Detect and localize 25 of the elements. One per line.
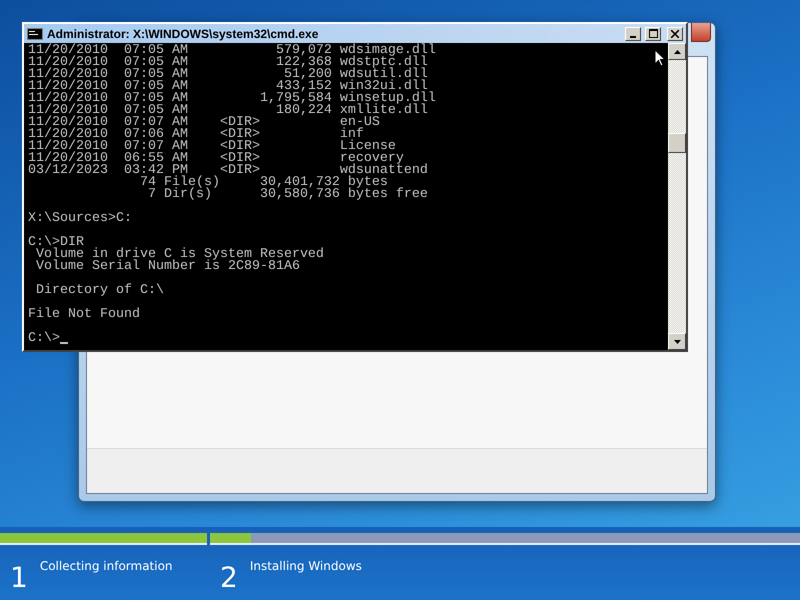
- scroll-thumb[interactable]: [668, 133, 686, 153]
- close-icon: [671, 30, 679, 38]
- console-line: 74 File(s) 30,401,732 bytes: [138, 177, 388, 189]
- down-arrow-icon: [674, 340, 680, 344]
- step-label: Collecting information: [40, 558, 173, 573]
- maximize-icon: [648, 29, 658, 38]
- up-arrow-icon: [674, 50, 680, 54]
- minimize-icon: [630, 36, 636, 38]
- scroll-up-button[interactable]: [668, 43, 686, 60]
- step-number: 1: [10, 563, 28, 593]
- step-number: 2: [220, 563, 238, 593]
- step-label: Installing Windows: [250, 558, 362, 573]
- minimize-button[interactable]: [625, 26, 641, 40]
- scroll-down-button[interactable]: [668, 333, 686, 350]
- console-line: Volume Serial Number is 2C89-81A6: [34, 261, 300, 273]
- text-cursor: [60, 342, 68, 344]
- console-line: 7 Dir(s) 30,580,736 bytes free: [146, 189, 428, 201]
- vertical-scrollbar[interactable]: [668, 43, 686, 350]
- console-line: Directory of C:\: [34, 285, 164, 297]
- window-title: Administrator: X:\WINDOWS\system32\cmd.exe: [47, 26, 320, 40]
- console-line: File Not Found: [28, 309, 140, 321]
- maximize-button[interactable]: [645, 26, 661, 40]
- console-line: X:\Sources>C:: [28, 213, 132, 225]
- console-icon: [27, 28, 43, 40]
- console-line: C:\>: [28, 333, 60, 345]
